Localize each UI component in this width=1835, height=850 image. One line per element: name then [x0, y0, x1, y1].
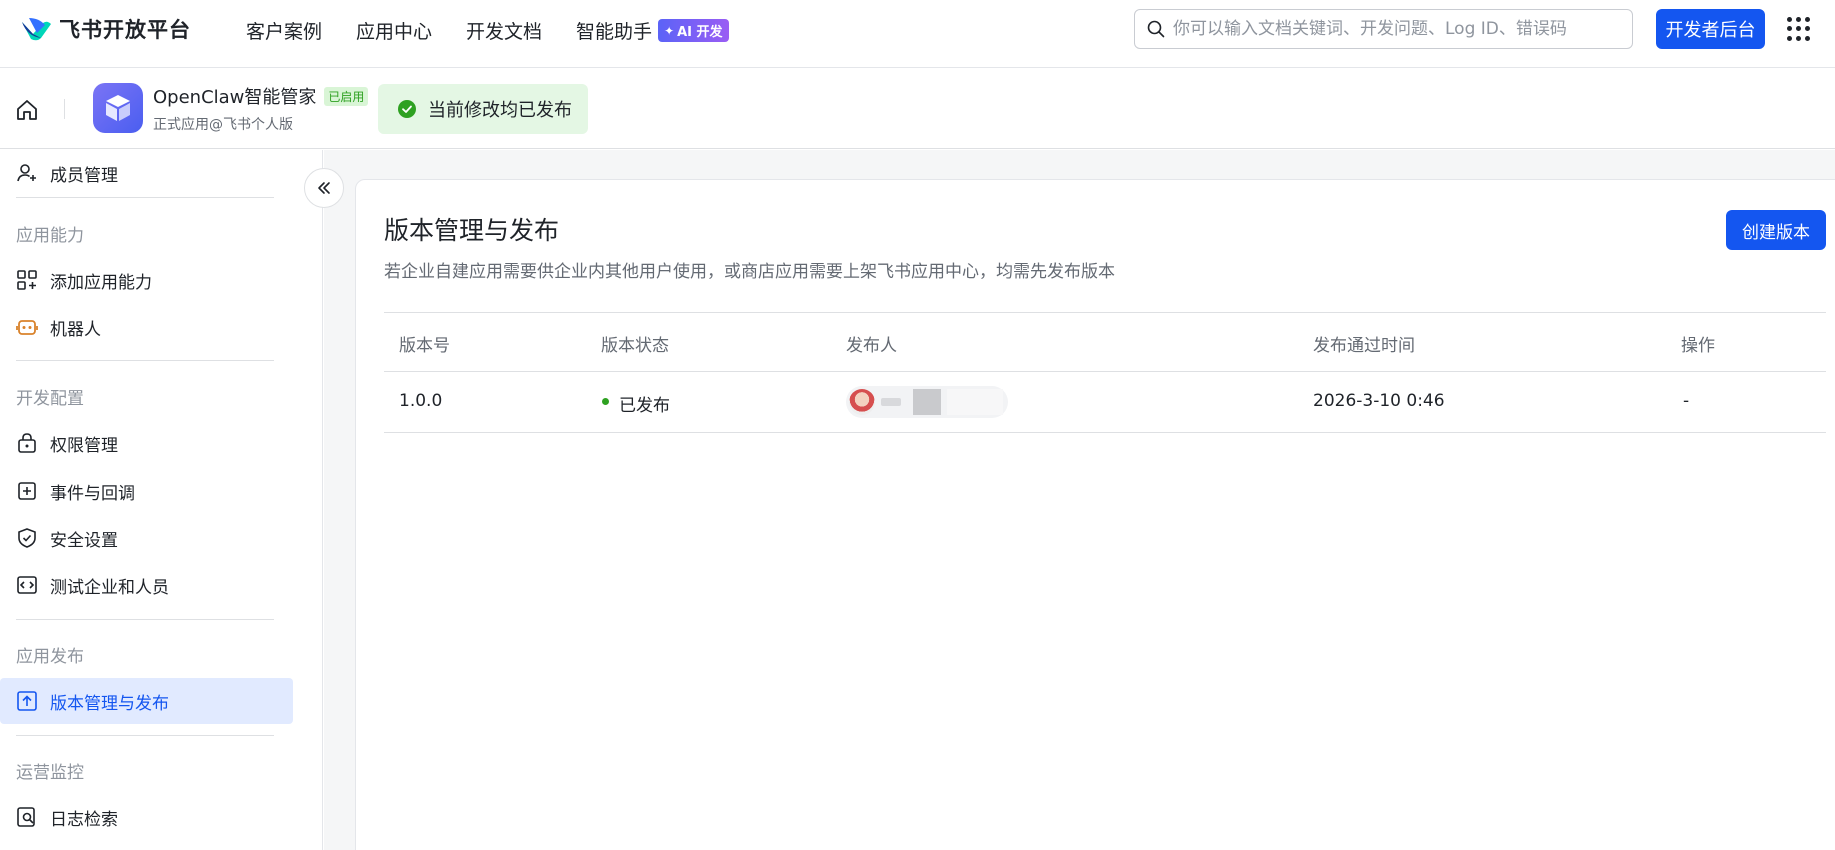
app-icon [93, 83, 143, 133]
sidebar-item-add-capability[interactable]: 添加应用能力 [0, 257, 293, 303]
shield-icon [16, 527, 38, 549]
sidebar-item-members[interactable]: 成员管理 [0, 150, 293, 196]
column-header-version: 版本号 [399, 336, 450, 356]
apps-add-icon [16, 269, 38, 291]
ai-badge-label: AI 开发 [677, 25, 723, 40]
nav-dev-docs[interactable]: 开发文档 [466, 17, 542, 44]
redacted-name [947, 389, 1003, 415]
group-title-dev-config: 开发配置 [16, 389, 84, 409]
nav-customer-cases[interactable]: 客户案例 [246, 17, 322, 44]
sidebar-item-version-release[interactable]: 版本管理与发布 [0, 678, 293, 724]
group-title-ops-monitor: 运营监控 [16, 763, 84, 783]
sidebar-item-permissions[interactable]: 权限管理 [0, 420, 293, 466]
sidebar-item-security[interactable]: 安全设置 [0, 515, 293, 561]
dev-console-button[interactable]: 开发者后台 [1656, 9, 1765, 49]
apps-grid-icon[interactable] [1787, 17, 1811, 41]
page-title: 版本管理与发布 [384, 216, 560, 245]
redacted-name [881, 398, 901, 406]
avatar [849, 389, 875, 415]
sidebar-item-label: 版本管理与发布 [50, 693, 169, 714]
sidebar-item-events[interactable]: 事件与回调 [0, 468, 293, 514]
divider [16, 735, 274, 736]
search-input[interactable] [1173, 19, 1613, 39]
app-name-text: OpenClaw智能管家 [153, 87, 317, 108]
search-box[interactable] [1134, 9, 1633, 49]
app-header: OpenClaw智能管家 已启用 正式应用@飞书个人版 当前修改均已发布 [0, 69, 1835, 149]
app-subtitle: 正式应用@飞书个人版 [153, 117, 293, 133]
brand-logo[interactable]: 飞书开放平台 [19, 14, 191, 44]
sidebar-item-robot[interactable]: 机器人 [0, 304, 293, 350]
table-top-border [384, 312, 1826, 313]
divider [16, 197, 274, 198]
check-circle-icon [398, 100, 416, 118]
ai-dev-badge[interactable]: ✦ AI 开发 [658, 19, 729, 42]
divider [16, 619, 274, 620]
page-description: 若企业自建应用需要供企业内其他用户使用，或商店应用需要上架飞书应用中心，均需先发… [384, 262, 1115, 282]
sidebar-item-label: 安全设置 [50, 530, 118, 551]
status-badge: 已启用 [324, 86, 369, 106]
app-name: OpenClaw智能管家 已启用 [153, 83, 369, 109]
robot-icon [16, 316, 38, 338]
divider [64, 99, 65, 119]
sidebar-item-label: 添加应用能力 [50, 272, 152, 293]
group-title-app-capability: 应用能力 [16, 226, 84, 246]
sidebar-item-log-search[interactable]: 日志检索 [0, 794, 293, 840]
sidebar-item-label: 权限管理 [50, 435, 118, 456]
log-search-icon [16, 806, 38, 828]
add-user-icon [16, 162, 38, 184]
table-row-border [384, 432, 1826, 433]
column-header-publisher: 发布人 [846, 336, 897, 356]
sidebar-item-label: 日志检索 [50, 809, 118, 830]
column-header-action: 操作 [1681, 336, 1715, 356]
publish-status: 当前修改均已发布 [378, 84, 588, 134]
sidebar: 成员管理 应用能力 添加应用能力 机器人 开发配置 权限管理 事件与回调 安全设… [0, 150, 323, 850]
sidebar-item-label: 机器人 [50, 319, 101, 340]
brand-name: 飞书开放平台 [59, 18, 191, 42]
lock-icon [16, 432, 38, 454]
status-dot-icon [602, 398, 609, 405]
sidebar-item-test-tenants[interactable]: 测试企业和人员 [0, 562, 293, 608]
sparkle-icon: ✦ [664, 23, 675, 38]
nav-app-center[interactable]: 应用中心 [356, 17, 432, 44]
code-icon [16, 574, 38, 596]
publish-status-text: 当前修改均已发布 [428, 100, 572, 121]
double-chevron-left-icon [318, 182, 330, 194]
top-header: 飞书开放平台 客户案例 应用中心 开发文档 智能助手 ✦AI 开发 开发者后台 [0, 0, 1835, 68]
publisher-chip[interactable] [846, 386, 1008, 418]
cell-action: - [1683, 391, 1690, 411]
event-icon [16, 480, 38, 502]
column-header-status: 版本状态 [601, 336, 669, 356]
cell-status: 已发布 [619, 396, 670, 416]
cell-version: 1.0.0 [399, 391, 443, 411]
feishu-logo-icon [22, 18, 51, 41]
top-nav: 客户案例 应用中心 开发文档 智能助手 ✦ AI 开发 [246, 17, 729, 44]
column-header-time: 发布通过时间 [1313, 336, 1415, 356]
cube-icon [106, 95, 130, 121]
upload-icon [16, 690, 38, 712]
cell-time: 2026-3-10 0:46 [1313, 391, 1445, 411]
redacted-name [913, 389, 941, 415]
group-title-app-release: 应用发布 [16, 647, 84, 667]
sidebar-item-label: 成员管理 [50, 165, 118, 186]
sidebar-item-label: 测试企业和人员 [50, 577, 169, 598]
table-header-border [384, 371, 1826, 372]
create-version-button[interactable]: 创建版本 [1726, 210, 1826, 250]
divider [16, 360, 274, 361]
nav-ai-assistant[interactable]: 智能助手 [576, 17, 652, 44]
search-icon [1147, 20, 1165, 38]
sidebar-item-label: 事件与回调 [50, 483, 135, 504]
collapse-sidebar-button[interactable] [304, 168, 344, 208]
home-icon[interactable] [14, 97, 40, 123]
